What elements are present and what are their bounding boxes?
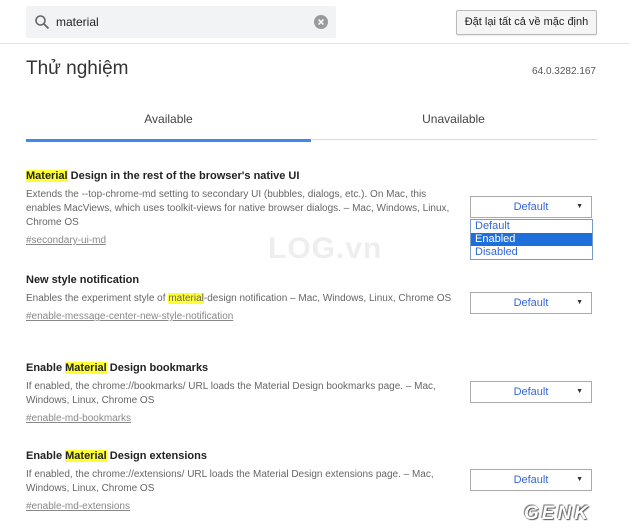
tab-available-label: Available	[144, 112, 193, 126]
genk-logo: GENK	[524, 503, 591, 524]
dropdown-arrow-icon: ▼	[576, 476, 583, 483]
flag-link[interactable]: #enable-md-extensions	[26, 500, 597, 514]
top-bar: Đặt lại tất cả về mặc định	[0, 0, 630, 44]
flag-name-text: Enable	[26, 362, 66, 374]
flag-select-value: Default	[513, 201, 549, 213]
flag-select[interactable]: Default ▼	[470, 292, 592, 314]
flag-description-text: Enables the experiment style of	[26, 293, 169, 304]
tab-available[interactable]: Available	[26, 100, 311, 142]
tab-bar: Available Unavailable	[26, 100, 597, 142]
flag-description-text: -design notification – Mac, Windows, Lin…	[203, 293, 452, 304]
flag-select[interactable]: Default ▼	[470, 196, 592, 218]
flag-name: Material Design in the rest of the brows…	[26, 169, 597, 183]
search-box[interactable]	[26, 6, 336, 38]
search-highlight: Material	[65, 362, 107, 374]
version-label: 64.0.3282.167	[532, 66, 596, 77]
flag-name: New style notification	[26, 274, 140, 286]
search-input[interactable]	[56, 12, 306, 32]
dropdown-arrow-icon: ▼	[576, 388, 583, 395]
reset-all-button[interactable]: Đặt lại tất cả về mặc định	[456, 10, 597, 35]
flag-select-value: Default	[513, 297, 549, 309]
select-option[interactable]: Default	[471, 220, 592, 233]
flag-select[interactable]: Default ▼	[470, 469, 592, 491]
flag-name: Enable Material Design extensions	[26, 449, 597, 463]
search-highlight: material	[168, 293, 204, 304]
flag-link[interactable]: #enable-md-bookmarks	[26, 412, 597, 426]
page-title: Thử nghiệm	[26, 58, 129, 79]
flag-select-options[interactable]: Default Enabled Disabled	[470, 219, 593, 260]
flag-description: If enabled, the chrome://extensions/ URL…	[26, 469, 434, 494]
clear-search-icon[interactable]	[314, 15, 328, 29]
flag-description: Extends the --top-chrome-md setting to s…	[26, 189, 450, 228]
select-option-selected[interactable]: Enabled	[471, 233, 592, 246]
flag-select[interactable]: Default ▼	[470, 381, 592, 403]
flag-name-text: Design in the rest of the browser's nati…	[67, 170, 300, 182]
active-tab-indicator	[26, 139, 311, 142]
tab-unavailable[interactable]: Unavailable	[311, 100, 596, 140]
tab-unavailable-label: Unavailable	[422, 112, 485, 126]
flag-name-text: Design extensions	[106, 450, 207, 462]
flag-description: If enabled, the chrome://bookmarks/ URL …	[26, 381, 436, 406]
flag-name-text: Enable	[26, 450, 66, 462]
flag-select-value: Default	[513, 386, 549, 398]
flag-name: Enable Material Design bookmarks	[26, 361, 597, 375]
search-highlight: Material	[26, 170, 68, 182]
flag-select-value: Default	[513, 474, 549, 486]
search-highlight: Material	[65, 450, 107, 462]
flag-description: Enables the experiment style of material…	[26, 292, 456, 306]
dropdown-arrow-icon: ▼	[576, 203, 583, 210]
search-icon	[35, 15, 50, 30]
dropdown-arrow-icon: ▼	[576, 299, 583, 306]
select-option[interactable]: Disabled	[471, 246, 592, 259]
flag-name-text: Design bookmarks	[106, 362, 209, 374]
